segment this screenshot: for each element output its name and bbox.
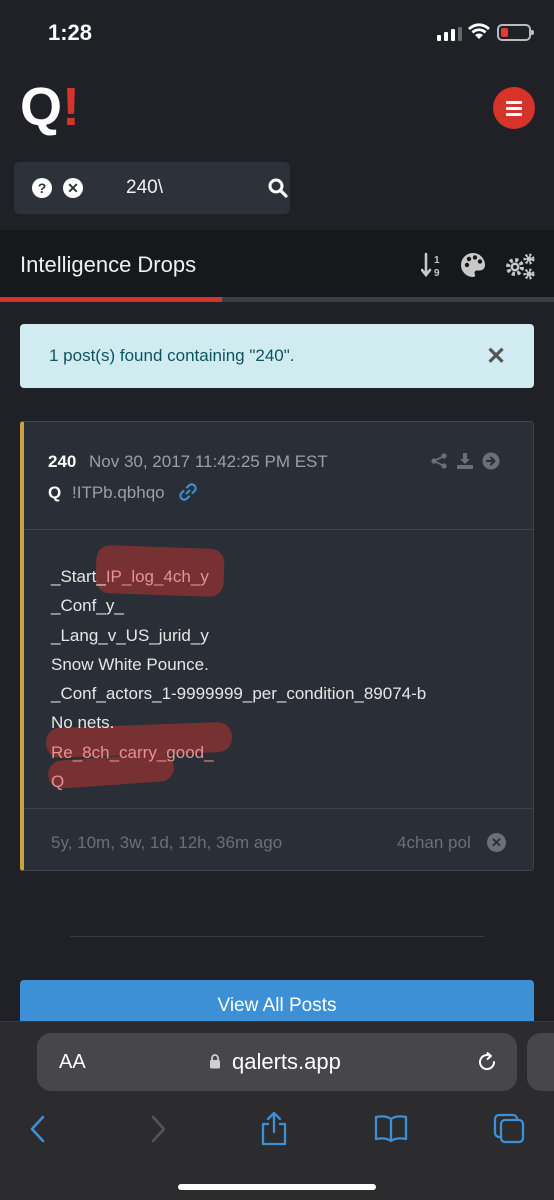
reload-icon[interactable] bbox=[475, 1050, 499, 1074]
alert-message: 1 post(s) found containing "240". bbox=[49, 346, 295, 365]
palette-icon[interactable] bbox=[460, 252, 486, 278]
board-close-icon[interactable]: ✕ bbox=[487, 833, 506, 852]
post-number[interactable]: 240 bbox=[48, 452, 76, 472]
bookmarks-icon[interactable] bbox=[373, 1113, 409, 1143]
post-body: _Start_IP_log_4ch_y _Conf_y_ _Lang_v_US_… bbox=[51, 562, 426, 796]
post-footer: 5y, 10m, 3w, 1d, 12h, 36m ago 4chan pol … bbox=[24, 808, 533, 872]
address-bar[interactable]: AA qalerts.app bbox=[37, 1033, 517, 1091]
post-time-ago: 5y, 10m, 3w, 1d, 12h, 36m ago bbox=[51, 833, 283, 852]
search-bar: ? ✕ bbox=[14, 162, 290, 214]
next-tab-preview[interactable] bbox=[527, 1033, 554, 1091]
divider bbox=[70, 936, 484, 937]
search-icon[interactable] bbox=[268, 178, 288, 198]
site-logo[interactable]: Q! bbox=[20, 77, 80, 137]
post-header: 240 Nov 30, 2017 11:42:25 PM EST Q !ITPb… bbox=[24, 422, 533, 530]
post-line: Re_8ch_carry_good_ bbox=[51, 742, 214, 762]
section-header: Intelligence Drops 1 9 bbox=[0, 230, 554, 302]
menu-icon-bar bbox=[506, 112, 522, 116]
svg-text:9: 9 bbox=[434, 268, 440, 278]
post-line: Snow White Pounce. bbox=[51, 654, 209, 674]
reader-options-button[interactable]: AA bbox=[59, 1051, 86, 1074]
hamburger-menu-button[interactable] bbox=[493, 87, 535, 129]
logo-bang: ! bbox=[62, 77, 80, 137]
wifi-icon bbox=[468, 23, 490, 39]
link-icon[interactable] bbox=[179, 483, 197, 501]
plain-text: _Start_ bbox=[51, 567, 106, 586]
lock-icon bbox=[210, 1054, 220, 1069]
menu-icon-bar bbox=[506, 106, 522, 110]
progress-bar bbox=[0, 297, 554, 302]
home-indicator[interactable] bbox=[178, 1184, 376, 1190]
logo-q: Q bbox=[20, 77, 63, 137]
tabs-icon[interactable] bbox=[492, 1112, 526, 1144]
post-line: Q bbox=[51, 772, 65, 792]
share-sheet-icon[interactable] bbox=[259, 1110, 289, 1146]
battery-icon bbox=[497, 24, 534, 41]
share-icon[interactable] bbox=[430, 452, 448, 470]
go-to-post-icon[interactable] bbox=[482, 452, 500, 470]
post-date: Nov 30, 2017 11:42:25 PM EST bbox=[89, 452, 328, 471]
post-tripcode: !ITPb.qbhqo bbox=[72, 483, 165, 502]
post-line: _Conf_actors_1-9999999_per_condition_890… bbox=[51, 684, 427, 704]
download-icon[interactable] bbox=[456, 452, 474, 470]
post-actions bbox=[430, 452, 500, 470]
post-board: 4chan pol bbox=[397, 833, 471, 852]
url-host[interactable]: qalerts.app bbox=[232, 1049, 341, 1075]
settings-cogs-icon[interactable] bbox=[504, 252, 536, 280]
back-icon[interactable] bbox=[28, 1114, 48, 1144]
close-alert-icon[interactable]: ✕ bbox=[486, 342, 506, 371]
progress-fill bbox=[0, 297, 222, 302]
post-line: _Conf_y_ bbox=[51, 596, 124, 616]
search-input[interactable] bbox=[126, 177, 236, 199]
browser-nav-bar bbox=[0, 1110, 554, 1150]
browser-toolbar: AA qalerts.app bbox=[0, 1021, 554, 1200]
status-time: 1:28 bbox=[48, 20, 93, 45]
highlighted-text: IP_log_4ch_y bbox=[105, 567, 209, 586]
page-title: Intelligence Drops bbox=[20, 252, 197, 277]
sort-numeric-icon[interactable]: 1 9 bbox=[421, 252, 445, 278]
post-card: 240 Nov 30, 2017 11:42:25 PM EST Q !ITPb… bbox=[20, 421, 534, 871]
post-line: _Lang_v_US_jurid_y bbox=[51, 625, 209, 645]
menu-icon-bar bbox=[506, 100, 522, 104]
post-author: Q bbox=[48, 483, 62, 502]
cellular-signal-icon bbox=[437, 27, 462, 41]
post-line: No nets. bbox=[51, 713, 115, 733]
status-bar: 1:28 bbox=[0, 0, 554, 62]
forward-icon[interactable] bbox=[148, 1114, 168, 1144]
clear-search-icon[interactable]: ✕ bbox=[63, 178, 83, 198]
search-result-alert: 1 post(s) found containing "240". ✕ bbox=[20, 324, 534, 388]
help-icon[interactable]: ? bbox=[32, 178, 52, 198]
post-line: _Start_IP_log_4ch_y bbox=[51, 562, 426, 591]
svg-text:1: 1 bbox=[434, 255, 440, 266]
